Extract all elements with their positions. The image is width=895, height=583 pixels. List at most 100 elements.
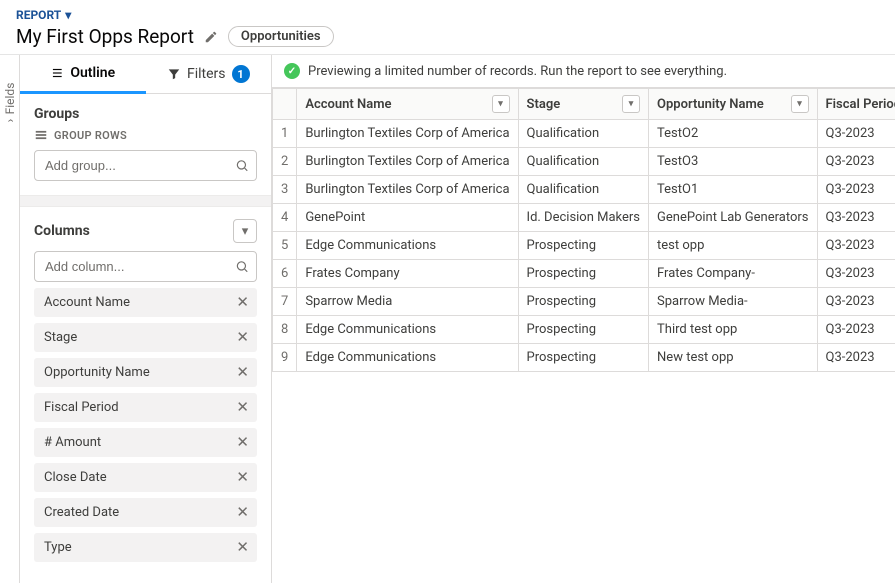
group-rows-label: GROUP ROWS xyxy=(34,128,257,142)
table-cell: New test opp xyxy=(649,344,817,372)
outline-icon xyxy=(50,66,64,80)
table-row[interactable]: 8Edge CommunicationsProspectingThird tes… xyxy=(273,316,895,344)
column-filter-button[interactable]: ▾ xyxy=(492,95,510,113)
column-filter-button[interactable]: ▾ xyxy=(791,95,809,113)
remove-column-button[interactable]: ✕ xyxy=(236,435,249,450)
table-cell: Edge Communications xyxy=(297,344,518,372)
column-header[interactable]: Fiscal Period▾ xyxy=(817,89,895,120)
table-cell: Q3-2023 xyxy=(817,120,895,148)
table-cell: GenePoint xyxy=(297,204,518,232)
groups-heading: Groups xyxy=(34,106,257,122)
row-number: 5 xyxy=(273,232,297,260)
table-wrap[interactable]: Account Name▾Stage▾Opportunity Name▾Fisc… xyxy=(272,88,895,583)
table-row[interactable]: 4GenePointId. Decision MakersGenePoint L… xyxy=(273,204,895,232)
entity-pill[interactable]: Opportunities xyxy=(228,26,334,47)
column-filter-button[interactable]: ▾ xyxy=(622,95,640,113)
table-row[interactable]: 6Frates CompanyProspectingFrates Company… xyxy=(273,260,895,288)
add-group-input[interactable] xyxy=(34,150,257,181)
report-table: Account Name▾Stage▾Opportunity Name▾Fisc… xyxy=(272,88,895,372)
table-cell: Burlington Textiles Corp of America xyxy=(297,176,518,204)
column-pill-label: Created Date xyxy=(44,505,119,520)
filter-icon xyxy=(167,67,181,81)
row-number: 2 xyxy=(273,148,297,176)
table-row[interactable]: 3Burlington Textiles Corp of AmericaQual… xyxy=(273,176,895,204)
table-cell: Prospecting xyxy=(518,232,649,260)
filters-count-badge: 1 xyxy=(232,65,250,83)
caret-down-icon: ▾ xyxy=(65,8,71,22)
table-row[interactable]: 1Burlington Textiles Corp of AmericaQual… xyxy=(273,120,895,148)
remove-column-button[interactable]: ✕ xyxy=(236,400,249,415)
table-cell: Frates Company- xyxy=(649,260,817,288)
table-cell: Prospecting xyxy=(518,260,649,288)
column-pill-label: Close Date xyxy=(44,470,107,485)
add-column-input[interactable] xyxy=(34,251,257,282)
column-pill[interactable]: Account Name ✕ xyxy=(34,288,257,317)
row-number: 7 xyxy=(273,288,297,316)
rownum-header xyxy=(273,89,297,120)
table-row[interactable]: 7Sparrow MediaProspectingSparrow Media-Q… xyxy=(273,288,895,316)
column-pill[interactable]: Type✕ xyxy=(34,533,257,562)
column-pill[interactable]: Created Date ✕ xyxy=(34,498,257,527)
tab-outline[interactable]: Outline xyxy=(20,55,146,94)
remove-column-button[interactable]: ✕ xyxy=(236,540,249,555)
row-number: 9 xyxy=(273,344,297,372)
groups-section: Groups GROUP ROWS xyxy=(20,94,271,195)
column-pill[interactable]: Stage✕ xyxy=(34,323,257,352)
table-cell: TestO3 xyxy=(649,148,817,176)
table-cell: Q3-2023 xyxy=(817,204,895,232)
remove-column-button[interactable]: ✕ xyxy=(236,330,249,345)
table-cell: Sparrow Media xyxy=(297,288,518,316)
columns-body: Account Name✕Stage✕Opportunity Name✕Fisc… xyxy=(20,247,271,576)
row-number: 8 xyxy=(273,316,297,344)
preview-bar: ✓ Previewing a limited number of records… xyxy=(272,55,895,88)
columns-menu-button[interactable]: ▾ xyxy=(233,219,257,243)
column-pill[interactable]: Opportunity Name✕ xyxy=(34,358,257,387)
row-number: 3 xyxy=(273,176,297,204)
report-title-row: My First Opps Report Opportunities xyxy=(16,25,879,48)
chevron-right-icon: › xyxy=(3,119,17,123)
body: › Fields Outline Filters 1 Groups xyxy=(0,55,895,583)
table-cell: TestO2 xyxy=(649,120,817,148)
table-row[interactable]: 2Burlington Textiles Corp of AmericaQual… xyxy=(273,148,895,176)
add-group-wrap xyxy=(34,150,257,181)
remove-column-button[interactable]: ✕ xyxy=(236,505,249,520)
column-header[interactable]: Opportunity Name▾ xyxy=(649,89,817,120)
column-pill[interactable]: # Amount✕ xyxy=(34,428,257,457)
row-number: 4 xyxy=(273,204,297,232)
remove-column-button[interactable]: ✕ xyxy=(236,295,249,310)
column-list: Account Name✕Stage✕Opportunity Name✕Fisc… xyxy=(34,288,257,562)
table-row[interactable]: 9Edge CommunicationsProspectingNew test … xyxy=(273,344,895,372)
table-cell: Q3-2023 xyxy=(817,344,895,372)
report-type-dropdown[interactable]: REPORT ▾ xyxy=(16,8,71,22)
column-pill[interactable]: Close Date ✕ xyxy=(34,463,257,492)
table-row[interactable]: 5Edge CommunicationsProspectingtest oppQ… xyxy=(273,232,895,260)
table-cell: Third test opp xyxy=(649,316,817,344)
table-cell: Id. Decision Makers xyxy=(518,204,649,232)
remove-column-button[interactable]: ✕ xyxy=(236,470,249,485)
pencil-icon xyxy=(204,30,218,44)
column-pill[interactable]: Fiscal Period ✕ xyxy=(34,393,257,422)
column-header[interactable]: Stage▾ xyxy=(518,89,649,120)
remove-column-button[interactable]: ✕ xyxy=(236,365,249,380)
group-rows-text: GROUP ROWS xyxy=(54,129,127,142)
row-number: 6 xyxy=(273,260,297,288)
table-cell: Qualification xyxy=(518,120,649,148)
fields-rail: › Fields xyxy=(0,55,20,583)
tab-filters[interactable]: Filters 1 xyxy=(146,55,272,93)
report-header: REPORT ▾ My First Opps Report Opportunit… xyxy=(0,0,895,55)
table-cell: Prospecting xyxy=(518,316,649,344)
edit-title-button[interactable] xyxy=(204,29,218,44)
fields-rail-toggle[interactable]: › Fields xyxy=(3,83,17,122)
column-pill-label: Account Name xyxy=(44,295,130,310)
column-pill-label: Fiscal Period xyxy=(44,400,119,415)
sidebar: Outline Filters 1 Groups GROUP ROWS xyxy=(20,55,272,583)
main: ✓ Previewing a limited number of records… xyxy=(272,55,895,583)
table-cell: TestO1 xyxy=(649,176,817,204)
report-title: My First Opps Report xyxy=(16,25,194,48)
table-cell: Burlington Textiles Corp of America xyxy=(297,148,518,176)
tab-outline-label: Outline xyxy=(70,65,115,81)
table-cell: Frates Company xyxy=(297,260,518,288)
table-cell: Qualification xyxy=(518,148,649,176)
column-header[interactable]: Account Name▾ xyxy=(297,89,518,120)
table-cell: Sparrow Media- xyxy=(649,288,817,316)
